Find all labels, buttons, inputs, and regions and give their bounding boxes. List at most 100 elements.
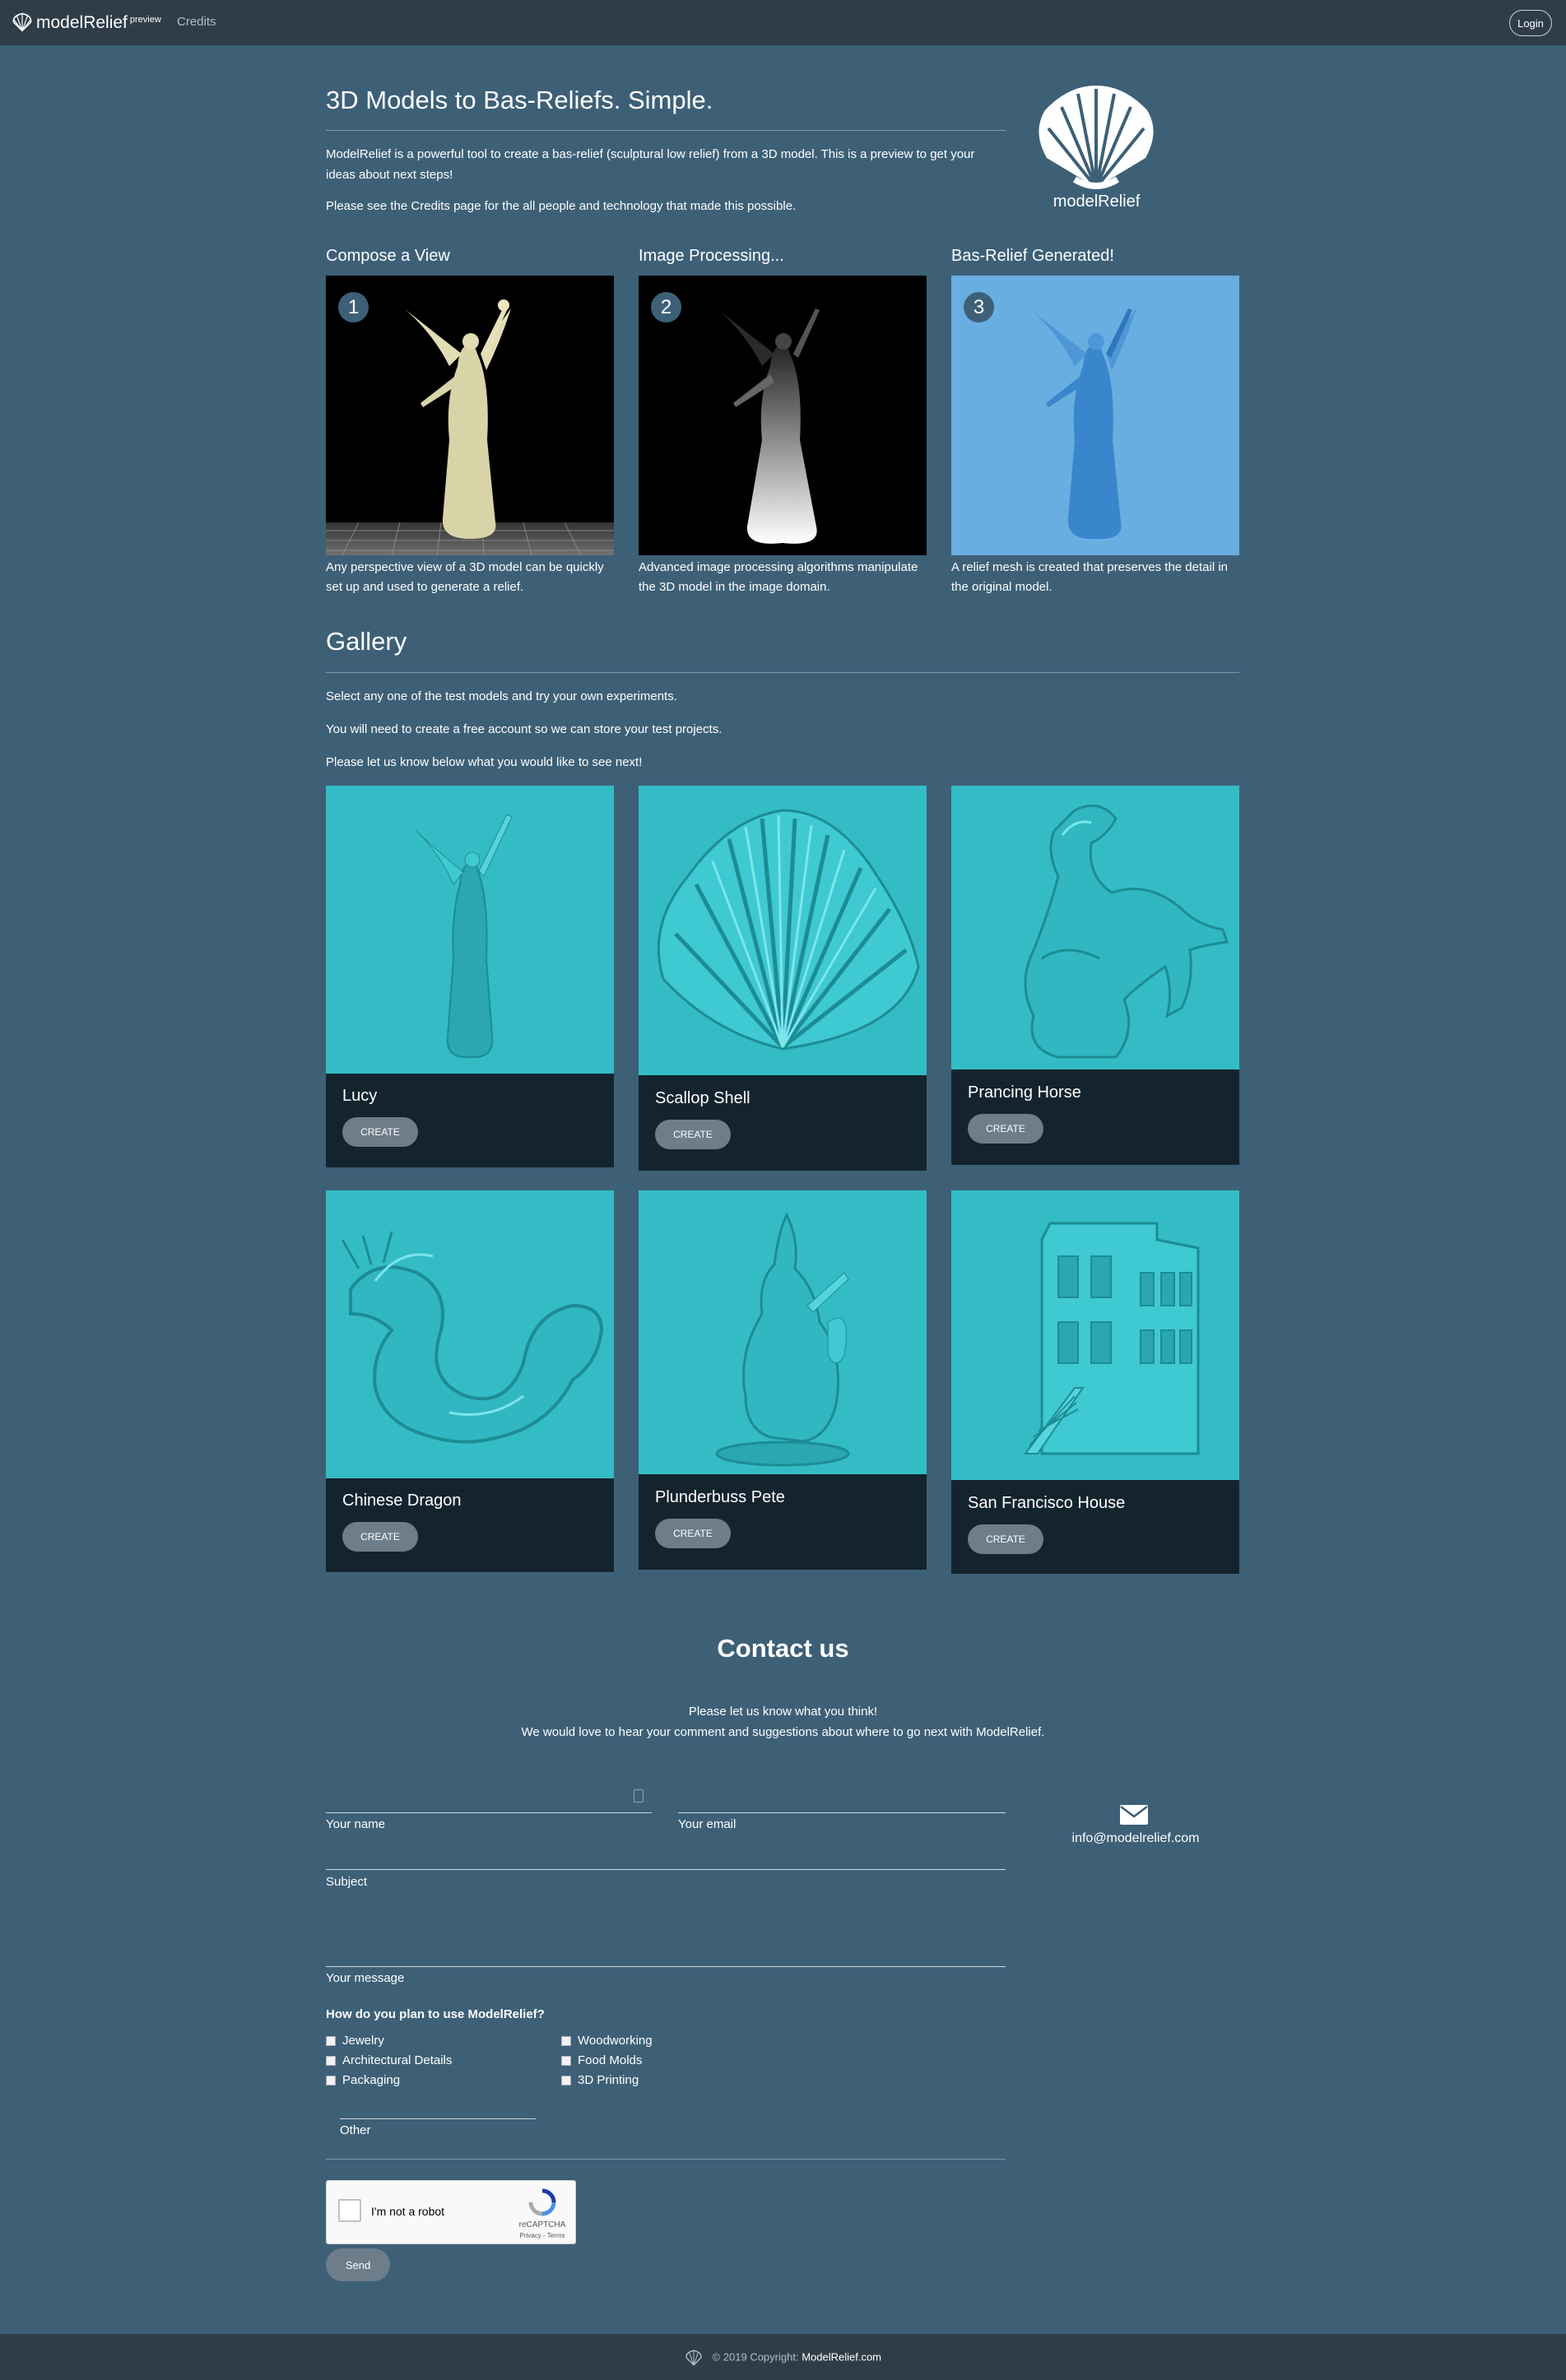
page-title: 3D Models to Bas-Reliefs. Simple. xyxy=(326,86,713,114)
checkbox[interactable] xyxy=(561,2075,571,2085)
step-bas-relief-generated: Bas-Relief Generated! 3 A relief mesh is… xyxy=(951,247,1241,597)
email-input[interactable] xyxy=(678,1812,1006,1813)
step-image-relief: 3 xyxy=(951,276,1239,555)
navbar: modelRelief preview Credits Login xyxy=(0,0,1566,45)
scallop-shell-logo-icon xyxy=(1039,86,1154,189)
card-title: Plunderbuss Pete xyxy=(655,1488,785,1506)
checkbox-jewelry[interactable]: Jewelry xyxy=(326,2034,384,2048)
create-button-scallop-shell[interactable]: CREATE xyxy=(655,1120,731,1149)
checkbox-label: 3D Printing xyxy=(578,2073,639,2087)
step-number-badge: 1 xyxy=(338,292,369,322)
step-image-compose: 1 xyxy=(326,276,614,555)
gallery-text-3: Please let us know below what you would … xyxy=(326,755,643,769)
gallery-card-prancing-horse: Prancing Horse CREATE xyxy=(951,786,1239,1165)
gallery-title: Gallery xyxy=(326,627,407,656)
checkbox[interactable] xyxy=(326,2075,336,2085)
checkbox-label: Jewelry xyxy=(342,2034,384,2048)
email-label: Your email xyxy=(678,1817,737,1831)
checkbox-label: Food Molds xyxy=(578,2053,643,2067)
gallery-image-prancing-horse[interactable] xyxy=(951,786,1239,1069)
checkbox[interactable] xyxy=(326,2055,336,2066)
gallery-image-lucy[interactable] xyxy=(326,786,614,1074)
step-title: Bas-Relief Generated! xyxy=(951,247,1114,265)
card-title: Lucy xyxy=(342,1087,378,1105)
hero-divider xyxy=(326,130,1006,131)
depth-map-image xyxy=(717,309,820,544)
message-label: Your message xyxy=(326,1971,405,1985)
step-image-processing-img: 2 xyxy=(639,276,927,555)
statue-render-image xyxy=(326,299,614,555)
card-title: Chinese Dragon xyxy=(342,1492,462,1510)
checkbox[interactable] xyxy=(561,2035,571,2046)
gallery-image-san-francisco-house[interactable] xyxy=(951,1190,1239,1480)
gallery-image-scallop-shell[interactable] xyxy=(639,786,927,1075)
contact-title: Contact us xyxy=(717,1634,849,1663)
form-divider xyxy=(326,2159,1006,2160)
step-image-processing: Image Processing... 2 Advanced image pro… xyxy=(639,247,928,597)
login-button[interactable]: Login xyxy=(1509,10,1552,36)
gallery-card-lucy: Lucy CREATE xyxy=(326,786,614,1167)
card-title: San Francisco House xyxy=(968,1494,1126,1512)
create-button-prancing-horse[interactable]: CREATE xyxy=(968,1114,1043,1144)
card-title: Scallop Shell xyxy=(655,1089,750,1107)
gallery-text-2: You will need to create a free account s… xyxy=(326,722,723,736)
brand-link[interactable]: modelRelief preview xyxy=(12,12,161,35)
message-textarea[interactable] xyxy=(326,1966,1006,1967)
subject-label: Subject xyxy=(326,1875,368,1889)
footer-copyright: © 2019 Copyright: xyxy=(712,2350,802,2364)
name-label: Your name xyxy=(326,1817,385,1831)
hero-credits-text: Please see the Credits page for the all … xyxy=(326,199,797,213)
checkbox-3d-printing[interactable]: 3D Printing xyxy=(561,2073,639,2087)
envelope-icon xyxy=(1120,1805,1148,1825)
blue-relief-image xyxy=(1029,309,1136,540)
create-button-san-francisco-house[interactable]: CREATE xyxy=(968,1524,1043,1554)
step-description: A relief mesh is created that preserves … xyxy=(951,560,1229,594)
create-button-chinese-dragon[interactable]: CREATE xyxy=(342,1522,418,1552)
step-title: Image Processing... xyxy=(639,247,784,265)
checkbox-woodworking[interactable]: Woodworking xyxy=(561,2034,653,2048)
brand-preview-badge: preview xyxy=(129,15,161,25)
gallery-card-plunderbuss-pete: Plunderbuss Pete CREATE xyxy=(639,1190,927,1570)
create-button-plunderbuss-pete[interactable]: CREATE xyxy=(655,1519,731,1548)
recaptcha-terms-link[interactable]: Privacy - Terms xyxy=(518,2232,567,2239)
hero-logo: modelRelief xyxy=(1029,82,1164,214)
name-input[interactable] xyxy=(326,1812,652,1813)
contact-intro-1: Please let us know what you think! xyxy=(688,1705,878,1719)
gallery-card-san-francisco-house: San Francisco House CREATE xyxy=(951,1190,1239,1574)
footer: © 2019 Copyright: ModelRelief.com xyxy=(0,2334,1566,2380)
step-compose-view: Compose a View 1 Any perspective view of… xyxy=(326,247,616,597)
send-button[interactable]: Send xyxy=(326,2248,390,2281)
checkbox-packaging[interactable]: Packaging xyxy=(326,2073,400,2087)
gallery-image-chinese-dragon[interactable] xyxy=(326,1190,614,1478)
checkbox-label: Packaging xyxy=(342,2073,401,2087)
recaptcha-label: I'm not a robot xyxy=(371,2205,445,2218)
subject-input[interactable] xyxy=(326,1869,1006,1870)
nav-link-credits[interactable]: Credits xyxy=(177,15,216,29)
recaptcha-logo-icon xyxy=(528,2188,556,2216)
step-number-badge: 2 xyxy=(651,292,681,322)
checkbox-food-molds[interactable]: Food Molds xyxy=(561,2053,642,2067)
checkbox[interactable] xyxy=(326,2035,336,2046)
shell-logo-icon xyxy=(685,2350,702,2366)
contact-intro-2: We would love to hear your comment and s… xyxy=(521,1725,1045,1739)
checkbox[interactable] xyxy=(561,2055,571,2066)
shell-logo-icon xyxy=(12,12,32,32)
other-use-input[interactable] xyxy=(340,2118,536,2119)
recaptcha-checkbox[interactable] xyxy=(338,2199,361,2222)
step-description: Advanced image processing algorithms man… xyxy=(639,560,918,594)
contact-email-address[interactable]: info@modelrelief.com xyxy=(1070,1831,1201,1846)
footer-brand-link[interactable]: ModelRelief.com xyxy=(802,2350,881,2363)
brand-name: modelRelief xyxy=(36,13,128,32)
create-button-lucy[interactable]: CREATE xyxy=(342,1117,418,1147)
gallery-image-plunderbuss-pete[interactable] xyxy=(639,1190,927,1474)
checkbox-label: Architectural Details xyxy=(342,2053,453,2067)
other-use-label: Other xyxy=(340,2123,371,2137)
footer-content: © 2019 Copyright: ModelRelief.com xyxy=(0,2349,1566,2367)
step-title: Compose a View xyxy=(326,247,450,265)
card-title: Prancing Horse xyxy=(968,1083,1081,1102)
checkbox-architectural-details[interactable]: Architectural Details xyxy=(326,2053,452,2067)
hero-logo-text: modelRelief xyxy=(1053,193,1141,211)
checkbox-label: Woodworking xyxy=(578,2034,653,2048)
step-number-badge: 3 xyxy=(964,292,994,322)
recaptcha-widget: I'm not a robot reCAPTCHA Privacy - Term… xyxy=(326,2180,576,2244)
